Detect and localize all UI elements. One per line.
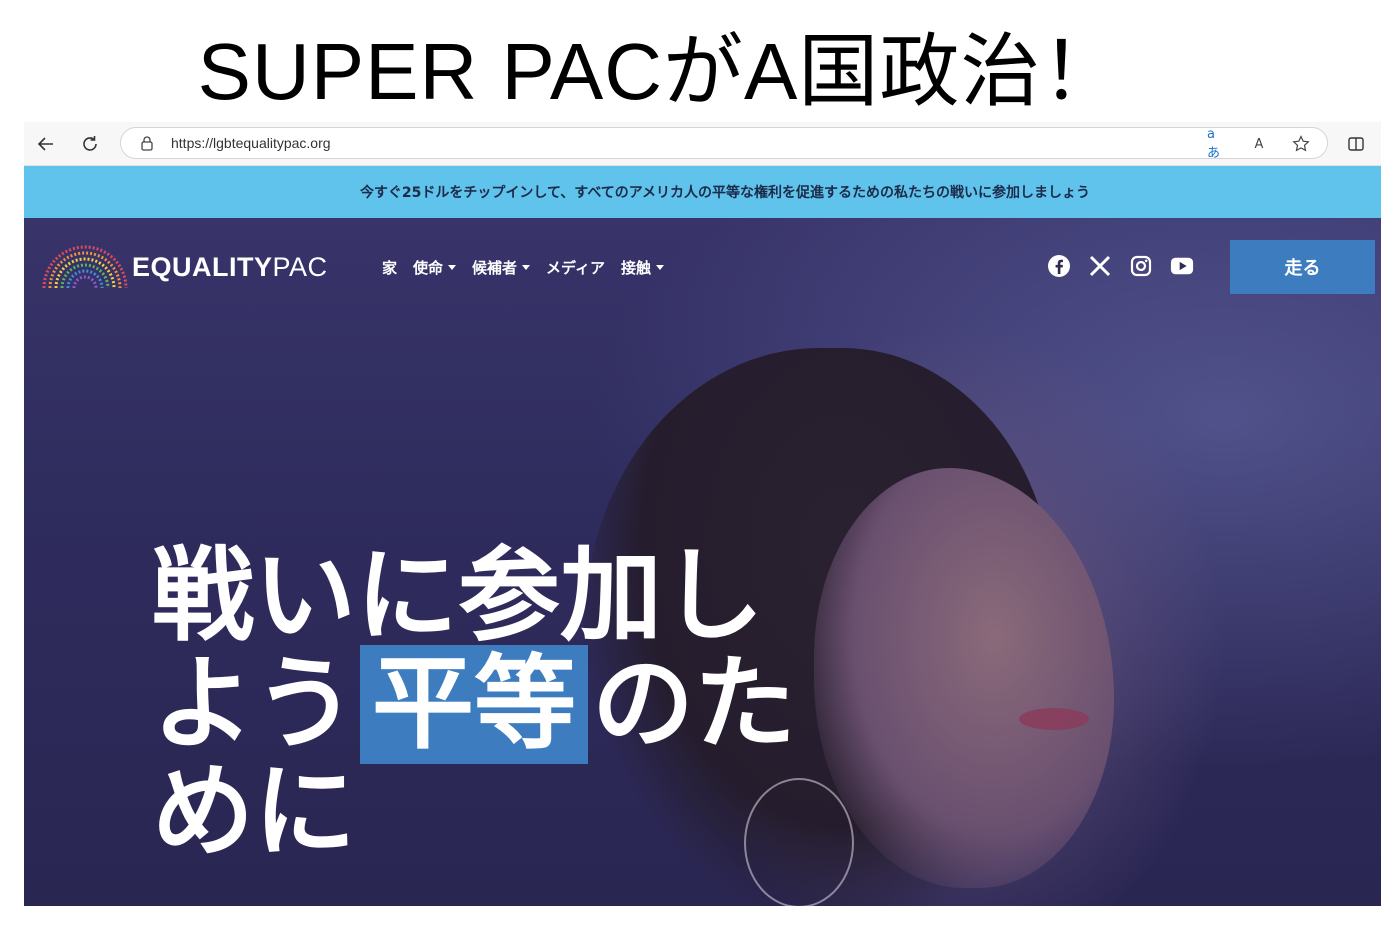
chevron-down-icon: [656, 265, 665, 270]
instagram-icon[interactable]: [1129, 254, 1153, 278]
nav-item-mission[interactable]: 使命: [413, 257, 457, 278]
nav-item-home[interactable]: 家: [382, 257, 397, 278]
split-screen-icon: [1348, 137, 1364, 151]
read-aloud-icon[interactable]: A: [1249, 134, 1269, 154]
rainbow-logo-icon[interactable]: [40, 244, 130, 292]
website-screenshot: https://lgbtequalitypac.org aあ A 今すぐ25ドル…: [24, 122, 1381, 906]
headline-highlight: 平等: [360, 645, 588, 764]
address-bar[interactable]: https://lgbtequalitypac.org aあ A: [120, 127, 1328, 161]
slide-title: SUPER PACがA国政治！: [197, 27, 1123, 116]
site-nav: 家 使命 候補者 メディア 接触: [382, 257, 665, 278]
headline-line-1: 戦いに参加し: [152, 537, 764, 656]
hero-section: EQUALITYPAC 家 使命 候補者 メディア 接触 走る 戦いに参加し よ…: [24, 218, 1381, 906]
favorite-star-icon[interactable]: [1291, 134, 1311, 154]
refresh-button[interactable]: [76, 130, 104, 158]
hero-photo-lips: [1019, 708, 1089, 730]
donate-button[interactable]: 走る: [1230, 240, 1375, 294]
browser-toolbar: https://lgbtequalitypac.org aあ A: [24, 122, 1381, 166]
nav-item-contact[interactable]: 接触: [621, 257, 665, 278]
headline-line-3: めに: [152, 753, 356, 872]
split-screen-button[interactable]: [1342, 130, 1370, 158]
x-icon[interactable]: [1088, 254, 1112, 278]
donation-banner[interactable]: 今すぐ25ドルをチップインして、すべてのアメリカ人の平等な権利を促進するための私…: [24, 166, 1381, 218]
back-arrow-icon: [37, 137, 53, 151]
lock-icon: [141, 136, 153, 151]
translate-icon[interactable]: aあ: [1207, 127, 1227, 161]
headline-line-2: よう 平等 のた: [152, 645, 796, 764]
nav-item-media[interactable]: メディア: [546, 257, 605, 278]
url-text[interactable]: https://lgbtequalitypac.org: [171, 135, 331, 151]
site-logo-text[interactable]: EQUALITYPAC: [132, 252, 328, 283]
nav-item-candidates[interactable]: 候補者: [472, 257, 531, 278]
chevron-down-icon: [448, 265, 457, 270]
banner-text[interactable]: 今すぐ25ドルをチップインして、すべてのアメリカ人の平等な権利を促進するための私…: [24, 182, 1381, 202]
social-links: [1047, 254, 1194, 278]
facebook-icon[interactable]: [1047, 254, 1071, 278]
youtube-icon[interactable]: [1170, 254, 1194, 278]
back-button[interactable]: [32, 130, 60, 158]
refresh-icon: [83, 136, 97, 151]
chevron-down-icon: [522, 265, 531, 270]
hero-headline: 戦いに参加し よう 平等 のた めに: [152, 543, 912, 867]
